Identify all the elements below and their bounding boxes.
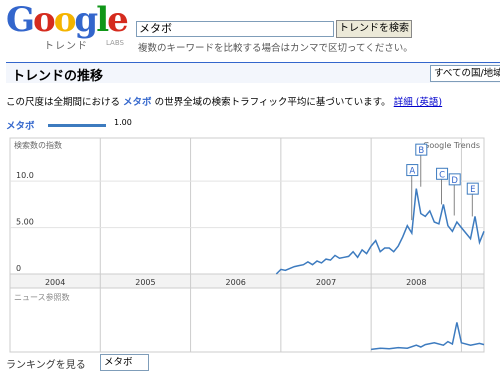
section-header: トレンドの推移 すべての国/地域: [6, 62, 500, 84]
news-panel-frame: [9, 287, 485, 353]
search-input[interactable]: メタボ: [136, 21, 334, 37]
year-label: 2005: [135, 278, 155, 287]
google-trends-logo[interactable]: Google トレンド LABS: [6, 0, 129, 52]
logo-word: Google: [6, 0, 129, 40]
year-label: 2007: [316, 278, 336, 287]
ranking-select[interactable]: メタボ: [100, 354, 149, 371]
news-panel-title: ニュース参照数: [14, 292, 70, 302]
desc-before: この尺度は全期間における: [6, 97, 121, 108]
scale-description: この尺度は全期間における メタボ の世界全域の検索トラフィック平均に基づいていま…: [6, 94, 442, 108]
search-panel-frame: [9, 137, 485, 275]
event-marker-B: B: [418, 146, 424, 156]
search-panel-title: 検索数の指数: [14, 140, 62, 150]
series-legend: メタボ 1.00: [6, 118, 132, 132]
event-marker-E: E: [470, 185, 475, 195]
region-select[interactable]: すべての国/地域: [430, 65, 500, 82]
year-label: 2008: [406, 278, 426, 287]
event-marker-C: C: [439, 170, 445, 180]
logo-subtitle: トレンド: [44, 41, 88, 52]
legend-value: 1.00: [114, 118, 132, 127]
legend-term: メタボ: [6, 121, 35, 132]
legend-swatch: [48, 124, 106, 127]
event-marker-A: A: [409, 167, 415, 177]
year-label: 2004: [45, 278, 65, 287]
desc-after: の世界全域の検索トラフィック平均に基づいています。: [154, 97, 391, 108]
event-marker-D: D: [451, 176, 458, 186]
trends-chart: 0 5.00 10.0 検索数の指数ニュース参照数 Google Trends 2004 2…: [9, 137, 485, 353]
logo-labs: LABS: [106, 39, 124, 47]
year-label: 2006: [226, 278, 246, 287]
y-tick-label: 10.0: [16, 171, 34, 180]
y-tick-label: 5.00: [16, 218, 34, 227]
y-tick-label: 0: [16, 264, 21, 273]
source-label: Google Trends: [423, 141, 480, 150]
desc-keyword: メタボ: [123, 97, 152, 108]
search-hint: 複数のキーワードを比較する場合はカンマで区切ってください。: [138, 43, 413, 54]
details-link[interactable]: 詳細 (英語): [394, 97, 442, 108]
search-button[interactable]: トレンドを検索: [336, 20, 412, 38]
section-title: トレンドの推移: [12, 69, 104, 84]
